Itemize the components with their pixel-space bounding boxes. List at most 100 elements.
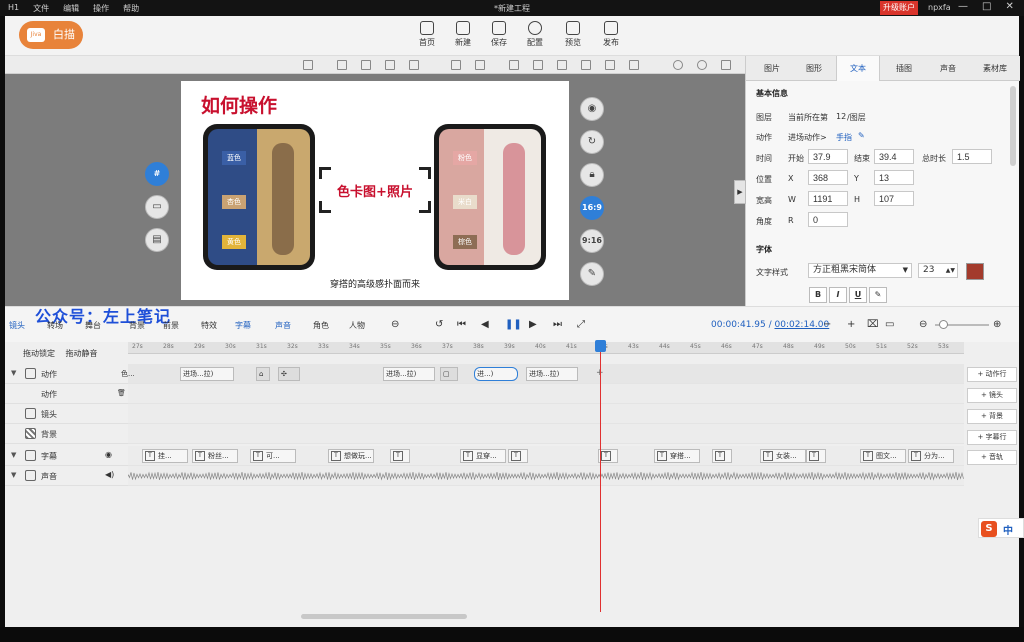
tab-shape[interactable]: 图形: [794, 56, 834, 81]
edit-action-icon[interactable]: ✎: [858, 131, 865, 140]
align-middle-icon[interactable]: [509, 60, 519, 70]
minus-icon[interactable]: −: [823, 319, 831, 330]
expand-icon[interactable]: ▼: [11, 451, 16, 459]
subtitle-clip[interactable]: T 分为...: [908, 449, 954, 463]
tool-subtitle[interactable]: 字幕: [235, 320, 251, 331]
add-action-row-button[interactable]: + 动作行: [967, 367, 1017, 382]
layout-icon[interactable]: ▭: [145, 195, 169, 219]
skip-start-icon[interactable]: ⏮: [457, 319, 466, 330]
fit-icon[interactable]: ▭: [885, 319, 894, 330]
rotate-icon[interactable]: ↻: [580, 130, 604, 154]
flip-icon[interactable]: [451, 60, 461, 70]
subtitle-clip[interactable]: T: [508, 449, 528, 463]
tool-role[interactable]: 角色: [313, 320, 329, 331]
lock-icon[interactable]: 🔒︎: [580, 163, 604, 187]
maximize-icon[interactable]: □: [982, 1, 991, 12]
subtitle-clip[interactable]: T 穿搭...: [654, 449, 700, 463]
action-link[interactable]: 手指: [836, 132, 852, 143]
redo-icon[interactable]: [697, 60, 707, 70]
action-clip[interactable]: 进场...拉): [180, 367, 234, 381]
delete-icon[interactable]: [721, 60, 731, 70]
align-v-icon[interactable]: [581, 60, 591, 70]
loop-icon[interactable]: ↺: [435, 319, 443, 330]
subtitle-clip[interactable]: T 想做玩...: [328, 449, 374, 463]
tool-background[interactable]: 背景: [129, 320, 145, 331]
tool-stage[interactable]: 舞台: [85, 320, 101, 331]
skip-end-icon[interactable]: ⏭: [553, 319, 562, 330]
underline-button[interactable]: U: [849, 287, 867, 303]
fullscreen-icon[interactable]: ⤢: [577, 319, 585, 330]
subtitle-clip[interactable]: T: [598, 449, 618, 463]
tool-effect[interactable]: 特效: [201, 320, 217, 331]
phone-right[interactable]: 粉色 米白 棕色: [434, 124, 546, 270]
spacing-v-icon[interactable]: [629, 60, 639, 70]
phone-left[interactable]: 蓝色 杏色 黄色: [203, 124, 315, 270]
align-right-icon[interactable]: [385, 60, 395, 70]
drag-lock[interactable]: 拖动锁定: [23, 349, 55, 358]
minimize-icon[interactable]: —: [958, 1, 968, 12]
action-clip[interactable]: 色...: [118, 367, 150, 381]
tab-image[interactable]: 图片: [752, 56, 792, 81]
playhead-handle[interactable]: [595, 340, 606, 352]
add-audio-track-button[interactable]: + 音轨: [967, 450, 1017, 465]
action-clip[interactable]: 进场...拉): [383, 367, 435, 381]
subtitle-clip[interactable]: T 显穿...: [460, 449, 506, 463]
align-bottom-icon[interactable]: [533, 60, 543, 70]
edit-icon[interactable]: ✎: [580, 262, 604, 286]
time-ruler[interactable]: 27s 28s 29s 30s 31s 32s 33s 34s 35s 36s 37s 38s 39s 4…: [128, 342, 964, 354]
subtitle-clip[interactable]: T 女装...: [760, 449, 806, 463]
font-color-swatch[interactable]: [966, 263, 984, 280]
x-input[interactable]: [808, 170, 848, 185]
subtitle-clip[interactable]: T: [712, 449, 732, 463]
template-icon[interactable]: ▤: [145, 228, 169, 252]
ratio-9-16-button[interactable]: 9:16: [580, 229, 604, 253]
preview-button[interactable]: 预览: [555, 19, 591, 48]
plus-icon[interactable]: +: [847, 319, 855, 330]
y-input[interactable]: [874, 170, 914, 185]
eye-icon[interactable]: ◉: [105, 450, 112, 459]
bold-button[interactable]: B: [809, 287, 827, 303]
step-back-icon[interactable]: ◀: [481, 319, 489, 330]
action-icon-clip[interactable]: ▢: [440, 367, 458, 381]
tab-text[interactable]: 文本: [836, 56, 880, 81]
volume-icon[interactable]: ◀): [105, 470, 114, 479]
add-camera-button[interactable]: + 镜头: [967, 388, 1017, 403]
end-input[interactable]: [874, 149, 914, 164]
align-h-icon[interactable]: [557, 60, 567, 70]
h-input[interactable]: [874, 191, 914, 206]
playhead[interactable]: [600, 342, 601, 612]
slide-caption[interactable]: 穿搭的高级感扑面而来: [181, 277, 569, 290]
action-clip-selected[interactable]: 进...): [474, 367, 518, 381]
save-button[interactable]: 保存: [481, 19, 517, 48]
ratio-16-9-button[interactable]: 16:9: [580, 196, 604, 220]
close-icon[interactable]: ✕: [1005, 1, 1013, 12]
tab-illustration[interactable]: 插图: [884, 56, 924, 81]
background-track[interactable]: [128, 424, 964, 444]
camera-track[interactable]: [128, 404, 964, 424]
expand-icon[interactable]: ▼: [11, 369, 16, 377]
add-subtitle-row-button[interactable]: + 字幕行: [967, 430, 1017, 445]
tool-sound[interactable]: 声音: [275, 320, 291, 331]
lock-icon[interactable]: [303, 60, 313, 70]
align-top-icon[interactable]: [409, 60, 419, 70]
tool-foreground[interactable]: 前景: [163, 320, 179, 331]
slide-title[interactable]: 如何操作: [201, 91, 277, 118]
tab-library[interactable]: 素材库: [972, 56, 1018, 81]
spacing-icon[interactable]: [605, 60, 615, 70]
undo-icon[interactable]: [673, 60, 683, 70]
action-sub-track[interactable]: [128, 384, 964, 404]
tool-transition[interactable]: 转场: [47, 320, 63, 331]
w-input[interactable]: [808, 191, 848, 206]
action-value[interactable]: 进场动作>: [788, 132, 827, 143]
tab-sound[interactable]: 声音: [928, 56, 968, 81]
subtitle-clip[interactable]: T: [390, 449, 410, 463]
distribute-icon[interactable]: [475, 60, 485, 70]
crop-icon[interactable]: ⌧: [867, 319, 879, 330]
camera-icon[interactable]: ◉: [580, 97, 604, 121]
trash-icon[interactable]: 🗑︎: [117, 389, 126, 397]
font-size-stepper[interactable]: 23 ▲▼: [918, 263, 958, 278]
italic-button[interactable]: I: [829, 287, 847, 303]
publish-button[interactable]: 发布: [593, 19, 629, 48]
panel-scrollbar[interactable]: [1010, 86, 1016, 166]
zoom-in-icon[interactable]: ⊕: [993, 319, 1001, 330]
